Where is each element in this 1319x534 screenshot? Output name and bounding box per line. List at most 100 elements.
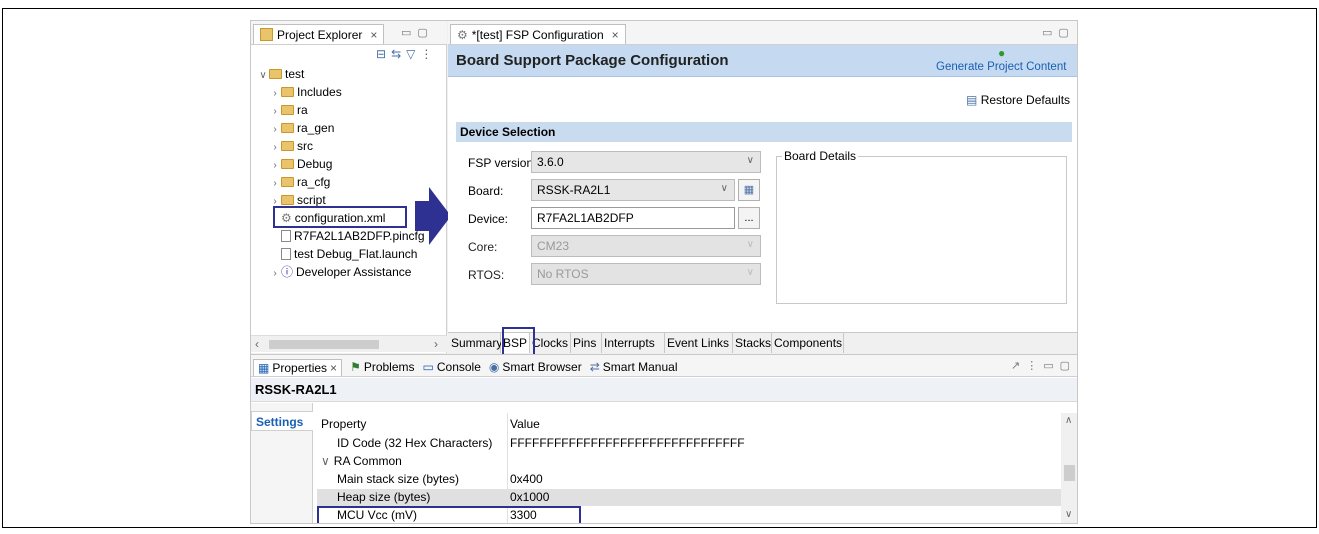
- run-icon[interactable]: ●: [998, 46, 1005, 60]
- project-icon: [269, 69, 282, 79]
- table-row[interactable]: Main stack size (bytes) 0x400: [317, 471, 1067, 488]
- tree-item[interactable]: › Debug: [257, 155, 447, 173]
- filter-icon[interactable]: ▽: [406, 47, 420, 61]
- scroll-right-icon[interactable]: ›: [434, 337, 438, 351]
- chevron-down-icon[interactable]: ∨: [321, 454, 330, 468]
- tree-item[interactable]: test Debug_Flat.launch: [257, 245, 447, 263]
- tab-stacks[interactable]: Stacks: [733, 333, 772, 353]
- tab-properties[interactable]: ▦ Properties ×: [253, 358, 343, 376]
- scrollbar-thumb[interactable]: [269, 340, 379, 349]
- tab-pins[interactable]: Pins: [571, 333, 602, 353]
- tree-item-label: ra: [297, 103, 308, 117]
- tab-smart-manual[interactable]: ⇄ Smart Manual: [590, 360, 678, 374]
- tree-item-label: Developer Assistance: [296, 265, 412, 279]
- help-icon: ⓘ: [281, 265, 294, 279]
- tree-root-test[interactable]: ∨ test: [257, 65, 447, 83]
- highlight-heap-size: [317, 506, 581, 523]
- fsp-version-select[interactable]: 3.6.0 ∨: [531, 151, 761, 173]
- view-toolbar-icons[interactable]: ↗⋮▭▢: [1011, 359, 1076, 372]
- ide-window: Project Explorer × ▭▢ ⊟⇆▽⋮ ∨ test › Includ…: [250, 20, 1078, 524]
- tab-components[interactable]: Components: [772, 333, 844, 353]
- tab-summary[interactable]: Summary: [449, 333, 502, 353]
- horizontal-scrollbar[interactable]: ‹ ›: [251, 335, 447, 352]
- chevron-down-icon: ∨: [746, 155, 754, 166]
- file-icon: [281, 230, 291, 242]
- tab-project-explorer[interactable]: Project Explorer ×: [253, 24, 385, 44]
- folder-icon: [281, 105, 294, 115]
- tab-interrupts[interactable]: Interrupts: [602, 333, 665, 353]
- restore-defaults-label: Restore Defaults: [980, 93, 1071, 107]
- board-browse-button[interactable]: ▦: [738, 179, 760, 201]
- column-header-value: Value: [510, 417, 540, 431]
- project-explorer-tab-label: Project Explorer: [277, 27, 363, 42]
- tab-console[interactable]: ▭ Console: [423, 360, 481, 374]
- tree-item[interactable]: › ⓘ Developer Assistance: [257, 263, 447, 281]
- restore-defaults-button[interactable]: ▤ Restore Defaults: [966, 93, 1070, 107]
- folder-icon: [281, 177, 294, 187]
- fsp-version-value: 3.6.0: [537, 155, 564, 169]
- close-icon[interactable]: ×: [370, 28, 377, 42]
- editor-minimize-maximize-icons[interactable]: ▭▢: [1042, 26, 1075, 39]
- device-selection-section: Device Selection: [456, 122, 1072, 142]
- tab-smart-browser[interactable]: ◉ Smart Browser: [489, 360, 582, 374]
- tab-settings[interactable]: Settings: [251, 411, 313, 431]
- restore-icon: ▤: [966, 93, 978, 107]
- scroll-up-icon[interactable]: ∧: [1065, 415, 1072, 426]
- properties-view: ▦ Properties × ⚑ Problems ▭ Console ◉ Smart Brow…: [251, 354, 1077, 523]
- property-value: 0x400: [510, 472, 543, 486]
- collapse-all-icon[interactable]: ⊟: [376, 47, 391, 61]
- property-cell: ID Code (32 Hex Characters): [337, 435, 492, 452]
- scroll-left-icon[interactable]: ‹: [255, 337, 259, 351]
- properties-side-tabs: Settings: [251, 403, 313, 523]
- folder-icon: [281, 123, 294, 133]
- tab-clocks[interactable]: Clocks: [530, 333, 571, 353]
- table-row[interactable]: ∨ RA Common: [317, 453, 1067, 470]
- chevron-right-icon[interactable]: ›: [269, 265, 281, 283]
- device-browse-button[interactable]: ...: [738, 207, 760, 229]
- editor-page-tabs: Summary BSP Clocks Pins Interrupts Event Link…: [448, 332, 1077, 353]
- generate-project-content-link[interactable]: Generate Project Content: [936, 61, 1066, 73]
- tab-problems[interactable]: ⚑ Problems: [350, 360, 414, 374]
- board-select[interactable]: RSSK-RA2L1 ∨: [531, 179, 735, 201]
- tree-item-label: Debug: [297, 157, 333, 171]
- close-icon[interactable]: ×: [612, 28, 619, 42]
- highlight-configuration-xml: [273, 206, 407, 228]
- view-menu-icon[interactable]: ⋮: [420, 47, 437, 61]
- arrow-pointer-icon: [415, 187, 451, 245]
- chevron-down-icon: ∨: [746, 267, 754, 278]
- chevron-down-icon: ∨: [720, 183, 728, 194]
- property-name: ID Code (32 Hex Characters): [337, 436, 493, 450]
- tree-item[interactable]: › Includes: [257, 83, 447, 101]
- folder-icon: [281, 141, 294, 151]
- tree-item[interactable]: › ra: [257, 101, 447, 119]
- board-details-group: [776, 156, 1067, 304]
- fsp-configuration-editor: ⚙ *[test] FSP Configuration × ▭▢ Board S…: [448, 21, 1077, 357]
- tab-label: Smart Browser: [502, 360, 582, 374]
- close-icon[interactable]: ×: [330, 361, 337, 375]
- minimize-maximize-icons[interactable]: ▭▢: [401, 26, 434, 39]
- editor-tabbar: ⚙ *[test] FSP Configuration × ▭▢: [448, 21, 1077, 45]
- highlight-bsp-tab: [502, 327, 535, 357]
- bsp-header: Board Support Package Configuration ● Ge…: [448, 45, 1077, 77]
- table-row[interactable]: Heap size (bytes) 0x1000: [317, 489, 1067, 506]
- core-value: CM23: [537, 239, 570, 253]
- property-name: RA Common: [333, 454, 402, 468]
- tab-event-links[interactable]: Event Links: [665, 333, 733, 353]
- device-field[interactable]: R7FA2L1AB2DFP: [531, 207, 735, 229]
- tree-items: › Includes › ra › ra_gen › src › Debug › ra_cfg › scr…: [257, 83, 447, 281]
- vertical-scrollbar[interactable]: ∧ ∨: [1061, 413, 1077, 523]
- tree-item[interactable]: › ra_gen: [257, 119, 447, 137]
- tree-item[interactable]: › src: [257, 137, 447, 155]
- link-editor-icon[interactable]: ⇆: [391, 47, 406, 61]
- folder-image-icon: ▦: [743, 184, 755, 196]
- scroll-down-icon[interactable]: ∨: [1065, 509, 1072, 520]
- problems-icon: ⚑: [350, 360, 361, 374]
- table-row[interactable]: ID Code (32 Hex Characters) FFFFFFFFFFFFF…: [317, 435, 1067, 452]
- tab-fsp-configuration[interactable]: ⚙ *[test] FSP Configuration ×: [450, 24, 626, 44]
- scrollbar-thumb[interactable]: [1064, 465, 1075, 481]
- tab-label: Properties: [272, 360, 328, 375]
- tree-item-label: script: [297, 193, 326, 207]
- core-label: Core:: [468, 240, 498, 254]
- properties-title: RSSK-RA2L1: [255, 382, 337, 397]
- editor-tab-label: *[test] FSP Configuration: [471, 27, 604, 42]
